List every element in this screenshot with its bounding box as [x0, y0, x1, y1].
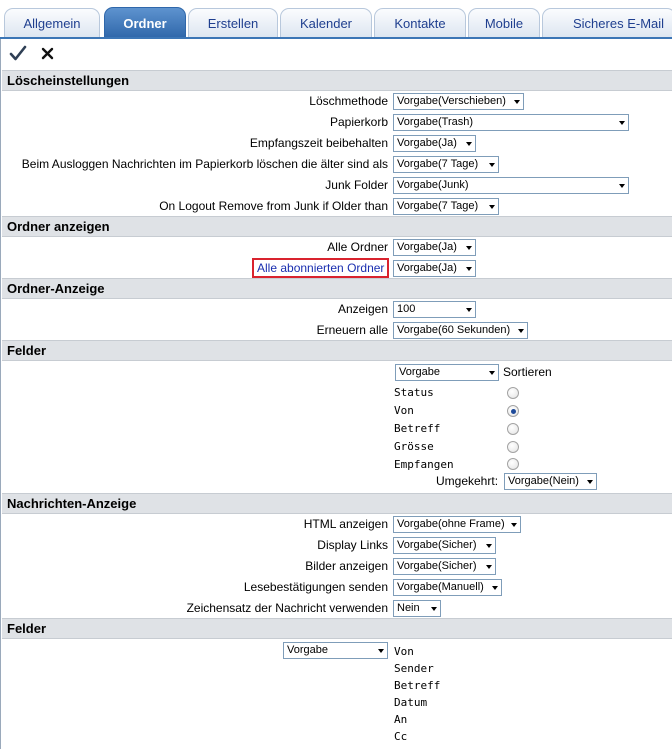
chevron-down-icon — [492, 586, 498, 590]
label-umgekehrt: Umgekehrt: — [436, 474, 499, 488]
label-empfangszeit: Empfangszeit beibehalten — [249, 136, 388, 150]
field-list-cc: Cc — [394, 730, 408, 743]
radio-sort-status[interactable] — [507, 387, 519, 399]
chevron-down-icon — [466, 267, 472, 271]
field-list-an: An — [394, 713, 408, 726]
chevron-down-icon — [619, 121, 625, 125]
field-label-von: Von — [394, 404, 414, 417]
field-list-von: Von — [394, 645, 414, 658]
chevron-down-icon — [466, 308, 472, 312]
field-list-sender: Sender — [394, 662, 434, 675]
link-alle-abonnierten-ordner[interactable]: Alle abonnierten Ordner — [252, 258, 390, 278]
close-icon[interactable] — [39, 45, 57, 63]
chevron-down-icon — [378, 649, 384, 653]
radio-sort-groesse[interactable] — [507, 441, 519, 453]
section-header-felder-2: Felder — [2, 618, 672, 639]
select-html-anzeigen[interactable]: Vorgabe(ohne Frame) — [393, 516, 521, 533]
label-junk-folder: Junk Folder — [325, 178, 388, 192]
select-erneuern-alle[interactable]: Vorgabe(60 Sekunden) — [393, 322, 528, 339]
select-anzeigen[interactable]: 100 — [393, 301, 476, 318]
select-display-links[interactable]: Vorgabe(Sicher) — [393, 537, 496, 554]
select-junk-folder[interactable]: Vorgabe(Junk) — [393, 177, 629, 194]
label-loeschmethode: Löschmethode — [309, 94, 388, 108]
chevron-down-icon — [489, 205, 495, 209]
select-sortieren[interactable]: Vorgabe — [395, 364, 499, 381]
label-display-links: Display Links — [317, 538, 388, 552]
label-zeichensatz: Zeichensatz der Nachricht verwenden — [186, 601, 388, 615]
settings-content: Löscheinstellungen Löschmethode Vorgabe(… — [0, 69, 672, 749]
select-zeichensatz[interactable]: Nein — [393, 600, 441, 617]
tab-kalender[interactable]: Kalender — [280, 8, 372, 37]
section-header-ordner-anzeige: Ordner-Anzeige — [2, 278, 672, 299]
select-empfangszeit[interactable]: Vorgabe(Ja) — [393, 135, 476, 152]
label-bilder-anzeigen: Bilder anzeigen — [305, 559, 388, 573]
field-label-groesse: Grösse — [394, 440, 434, 453]
label-lesebestaetigungen: Lesebestätigungen senden — [243, 580, 388, 594]
field-label-status: Status — [394, 386, 434, 399]
chevron-down-icon — [511, 523, 517, 527]
tab-mobile[interactable]: Mobile — [468, 8, 540, 37]
field-label-betreff: Betreff — [394, 422, 441, 435]
chevron-down-icon — [431, 607, 437, 611]
select-papierkorb-loeschen[interactable]: Vorgabe(7 Tage) — [393, 156, 499, 173]
label-anzeigen: Anzeigen — [337, 302, 388, 316]
checkmark-icon[interactable] — [9, 45, 27, 63]
tab-allgemein[interactable]: Allgemein — [4, 8, 100, 37]
chevron-down-icon — [514, 100, 520, 104]
chevron-down-icon — [466, 142, 472, 146]
tab-erstellen[interactable]: Erstellen — [188, 8, 278, 37]
chevron-down-icon — [587, 480, 593, 484]
select-loeschmethode[interactable]: Vorgabe(Verschieben) — [393, 93, 524, 110]
label-erneuern-alle: Erneuern alle — [316, 323, 388, 337]
field-label-empfangen: Empfangen — [394, 458, 454, 471]
label-html-anzeigen: HTML anzeigen — [303, 517, 388, 531]
label-alle-ordner: Alle Ordner — [327, 240, 388, 254]
chevron-down-icon — [486, 544, 492, 548]
section-header-felder: Felder — [2, 340, 672, 361]
label-papierkorb-loeschen: Beim Ausloggen Nachrichten im Papierkorb… — [21, 157, 388, 171]
select-alle-abonnierten-ordner[interactable]: Vorgabe(Ja) — [393, 260, 476, 277]
radio-sort-von[interactable] — [507, 405, 519, 417]
tab-kontakte[interactable]: Kontakte — [374, 8, 466, 37]
tab-sicheres-email[interactable]: Sicheres E-Mail — [542, 8, 672, 37]
radio-sort-betreff[interactable] — [507, 423, 519, 435]
chevron-down-icon — [489, 371, 495, 375]
select-felder-anzeige[interactable]: Vorgabe — [283, 642, 388, 659]
toolbar — [0, 39, 672, 69]
field-list-datum: Datum — [394, 696, 428, 709]
chevron-down-icon — [619, 184, 625, 188]
chevron-down-icon — [466, 246, 472, 250]
section-header-loescheinstellungen: Löscheinstellungen — [2, 70, 672, 91]
label-junk-remove: On Logout Remove from Junk if Older than — [159, 199, 388, 213]
select-umgekehrt[interactable]: Vorgabe(Nein) — [504, 473, 597, 490]
select-papierkorb[interactable]: Vorgabe(Trash) — [393, 114, 629, 131]
label-sortieren: Sortieren — [503, 365, 552, 379]
chevron-down-icon — [489, 163, 495, 167]
section-header-ordner-anzeigen: Ordner anzeigen — [2, 216, 672, 237]
label-papierkorb: Papierkorb — [329, 115, 388, 129]
tab-ordner[interactable]: Ordner — [104, 7, 186, 38]
select-alle-ordner[interactable]: Vorgabe(Ja) — [393, 239, 476, 256]
tab-bar: Allgemein Ordner Erstellen Kalender Kont… — [0, 0, 672, 39]
section-header-nachrichten-anzeige: Nachrichten-Anzeige — [2, 493, 672, 514]
select-lesebestaetigungen[interactable]: Vorgabe(Manuell) — [393, 579, 502, 596]
select-bilder-anzeigen[interactable]: Vorgabe(Sicher) — [393, 558, 496, 575]
field-list-betreff: Betreff — [394, 679, 441, 692]
radio-sort-empfangen[interactable] — [507, 458, 519, 470]
chevron-down-icon — [518, 329, 524, 333]
chevron-down-icon — [486, 565, 492, 569]
select-junk-remove[interactable]: Vorgabe(7 Tage) — [393, 198, 499, 215]
